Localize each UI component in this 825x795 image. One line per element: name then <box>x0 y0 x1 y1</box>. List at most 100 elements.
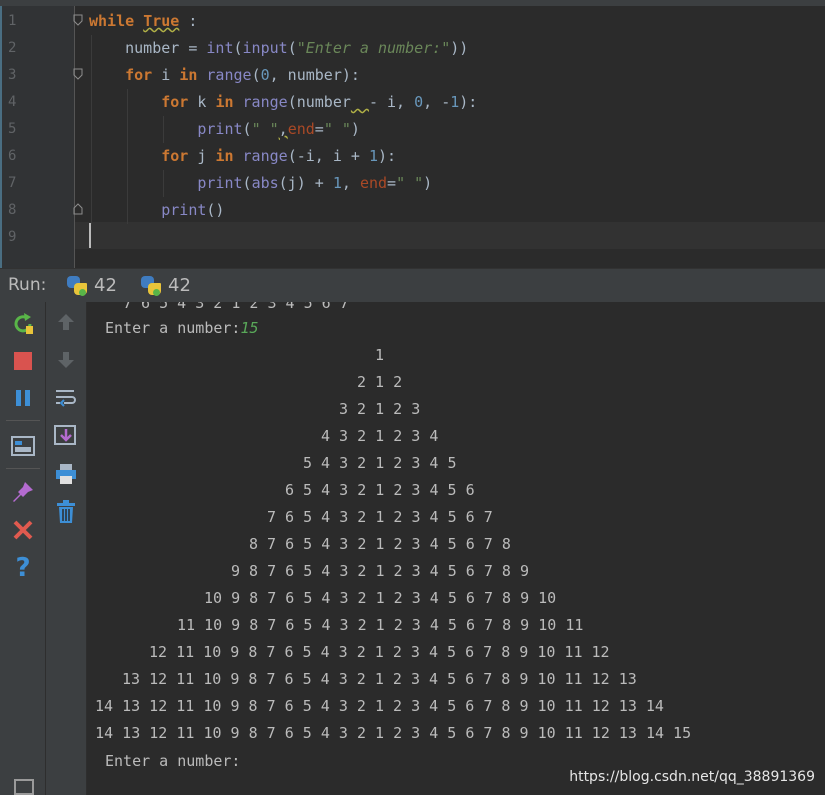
code-token: ): <box>459 93 478 111</box>
code-editor[interactable]: 1 2 3 4 5 6 7 8 9 while True : number = … <box>0 0 825 268</box>
code-token: range <box>242 147 288 165</box>
line-number: 8 <box>8 202 17 218</box>
code-token: (j) + <box>278 174 333 192</box>
restore-layout-icon[interactable] <box>9 432 37 460</box>
code-token: "Enter a number:" <box>296 39 451 57</box>
run-tab[interactable]: 42 <box>140 272 191 299</box>
pyramid-row: 11 10 9 8 7 6 5 4 3 2 1 2 3 4 5 6 7 8 9 … <box>177 616 584 634</box>
line-number: 2 <box>8 40 17 56</box>
run-tab-label: 42 <box>94 275 117 296</box>
pin-tab-icon[interactable] <box>9 478 37 506</box>
code-token: range <box>206 66 252 84</box>
run-toolbar-primary: ? <box>0 302 46 795</box>
fold-end-icon[interactable] <box>73 203 83 215</box>
code-token: " " <box>251 120 279 138</box>
toolbar-separator <box>6 420 40 421</box>
code-token: while <box>89 12 144 30</box>
code-token: in <box>215 147 234 165</box>
console-prompt: Enter a number:15 <box>105 315 259 342</box>
run-tab-label: 42 <box>168 275 191 296</box>
code-token: i <box>152 66 180 84</box>
print-icon[interactable] <box>52 460 80 488</box>
code-token: True <box>143 12 180 30</box>
line-number: 7 <box>8 175 17 191</box>
code-line[interactable]: print() <box>89 197 224 224</box>
arrow-down-icon[interactable] <box>52 346 80 374</box>
watermark: https://blog.csdn.net/qq_38891369 <box>569 769 815 785</box>
pyramid-row: 7 6 5 4 3 2 1 2 3 4 5 6 7 <box>267 508 493 526</box>
code-token: 0 <box>260 66 270 84</box>
code-token: print <box>197 174 243 192</box>
prompt-text: Enter a number: <box>105 319 241 337</box>
code-token: , number): <box>269 66 360 84</box>
run-tab[interactable]: 42 <box>66 272 117 299</box>
code-token: : <box>179 12 198 30</box>
line-number: 6 <box>8 148 17 164</box>
code-token: 0 <box>414 93 424 111</box>
help-icon[interactable]: ? <box>9 553 37 583</box>
terminal-icon[interactable] <box>14 779 34 795</box>
code-token: 1 <box>332 174 342 192</box>
code-token: " " <box>396 174 424 192</box>
run-tool-window-header: Run: 42 42 <box>0 268 825 303</box>
code-token: ( <box>251 66 261 84</box>
code-line[interactable]: while True : <box>89 8 197 35</box>
scroll-to-end-icon[interactable] <box>52 422 80 450</box>
console-output[interactable]: 7 6 5 4 3 2 1 2 3 4 5 6 7 Enter a number… <box>87 302 825 795</box>
code-line[interactable]: for i in range(0, number): <box>89 62 360 89</box>
code-token: )) <box>450 39 469 57</box>
pyramid-row: 13 12 11 10 9 8 7 6 5 4 3 2 1 2 3 4 5 6 … <box>122 670 637 688</box>
code-token: " " <box>323 120 351 138</box>
soft-wrap-icon[interactable] <box>52 384 80 412</box>
pyramid-row: 10 9 8 7 6 5 4 3 2 1 2 3 4 5 6 7 8 9 10 <box>204 589 557 607</box>
code-token: for <box>161 147 189 165</box>
line-number: 1 <box>8 13 17 29</box>
code-token: j <box>188 147 216 165</box>
code-line[interactable]: for j in range(-i, i + 1): <box>89 143 396 170</box>
code-token: in <box>179 66 198 84</box>
console-prompt: Enter a number: <box>105 752 241 770</box>
close-icon[interactable] <box>9 516 37 544</box>
code-token: end <box>359 174 388 192</box>
editor-top-border <box>0 0 825 6</box>
code-token: ( <box>233 39 243 57</box>
editor-left-edge <box>0 6 2 268</box>
fold-collapse-icon[interactable] <box>73 68 83 80</box>
code-line[interactable]: print(abs(j) + 1, end=" ") <box>89 170 432 197</box>
pyramid-row: 9 8 7 6 5 4 3 2 1 2 3 4 5 6 7 8 9 <box>231 562 530 580</box>
trash-icon[interactable] <box>52 498 80 526</box>
code-line[interactable]: for k in range(number - i, 0, -1): <box>89 89 477 116</box>
fold-collapse-icon[interactable] <box>73 14 83 26</box>
code-token: () <box>206 201 225 219</box>
code-token: ) <box>350 120 360 138</box>
code-token: , - <box>423 93 451 111</box>
pyramid-row: 1 <box>375 346 385 364</box>
code-line[interactable]: print(" ",end=" ") <box>89 116 360 143</box>
code-token: - i, <box>368 93 415 111</box>
code-token: ( <box>242 120 252 138</box>
code-token: for <box>125 66 153 84</box>
stop-icon[interactable] <box>9 347 37 375</box>
code-token: 1 <box>450 93 460 111</box>
code-token: for <box>161 93 189 111</box>
line-number: 9 <box>8 229 17 245</box>
code-token: , <box>278 120 288 138</box>
code-line[interactable]: number = int(input("Enter a number:")) <box>89 35 468 62</box>
line-number: 3 <box>8 67 17 83</box>
rerun-icon[interactable] <box>9 310 37 338</box>
code-token: number = <box>89 39 207 57</box>
code-token: ) <box>423 174 433 192</box>
code-token: abs <box>251 174 279 192</box>
pause-icon[interactable] <box>9 384 37 412</box>
pyramid-row: 2 1 2 <box>357 373 403 391</box>
arrow-up-icon[interactable] <box>52 308 80 336</box>
pyramid-row: 5 4 3 2 1 2 3 4 5 <box>303 454 457 472</box>
